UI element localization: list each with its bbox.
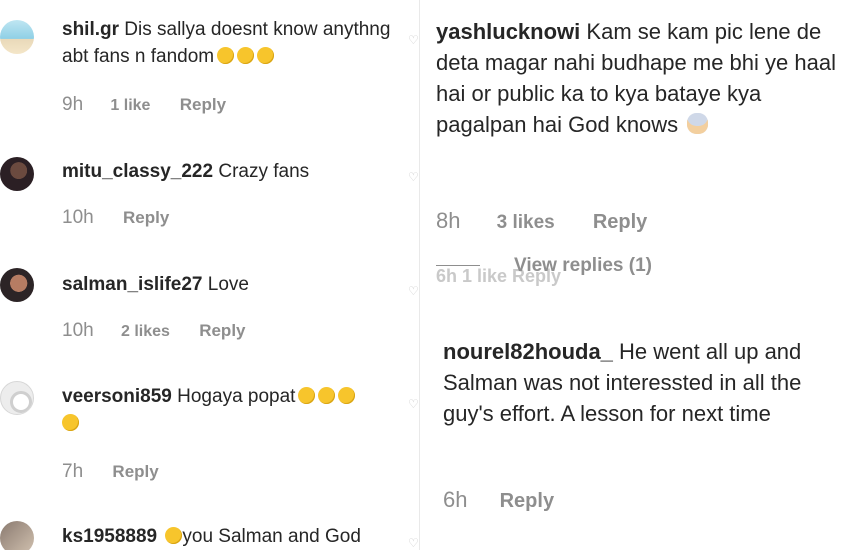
- comment-body: yashlucknowi Kam se kam pic lene de deta…: [436, 16, 836, 140]
- comment-text: Crazy fans: [218, 161, 310, 182]
- comment-time: 7h: [62, 461, 84, 482]
- frown-emoji: [217, 47, 235, 64]
- comment-meta: 6h Reply: [443, 487, 554, 513]
- reply-button[interactable]: Reply: [180, 95, 226, 115]
- frown-emoji: [237, 47, 255, 64]
- reply-button[interactable]: Reply: [112, 462, 158, 482]
- comment-meta: 10h 2 likes Reply: [62, 320, 246, 342]
- comment-meta: 9h 1 like Reply: [62, 94, 226, 116]
- comment-time: 8h: [436, 208, 461, 233]
- scream-emoji: [687, 113, 709, 134]
- grin-emoji: [318, 387, 336, 404]
- comment-username[interactable]: shil.gr: [62, 19, 119, 40]
- comment-time: 10h: [62, 320, 94, 341]
- grin-emoji: [298, 387, 316, 404]
- comment-meta: 8h 3 likes Reply: [436, 208, 647, 234]
- comment-body: nourel82houda_ He went all up and Salman…: [443, 336, 823, 429]
- comment-meta: 7h Reply: [62, 461, 159, 483]
- avatar[interactable]: [0, 381, 34, 415]
- comment-username[interactable]: mitu_classy_222: [62, 161, 213, 182]
- view-replies-label[interactable]: View replies (1): [514, 255, 652, 276]
- avatar[interactable]: [0, 20, 34, 54]
- comment-time: 10h: [62, 207, 94, 228]
- comment-username[interactable]: nourel82houda_: [443, 339, 613, 364]
- comment-body: ks1958889 you Salman and God: [62, 523, 402, 550]
- replies-line: [436, 265, 480, 267]
- comment-username[interactable]: ks1958889: [62, 526, 157, 547]
- comment-meta: 10h Reply: [62, 207, 169, 229]
- comment-body: veersoni859 Hogaya popat: [62, 383, 402, 437]
- grin-emoji: [338, 387, 356, 404]
- comment-body: shil.gr Dis sallya doesnt know anythng a…: [62, 16, 402, 70]
- avatar[interactable]: [0, 157, 34, 191]
- comment-time: 6h: [443, 487, 468, 512]
- reply-button[interactable]: Reply: [123, 208, 169, 228]
- avatar[interactable]: [0, 268, 34, 302]
- comment-text: Love: [207, 274, 249, 295]
- reply-button[interactable]: Reply: [199, 321, 245, 341]
- left-comment-panel: shil.gr Dis sallya doesnt know anythng a…: [0, 0, 420, 550]
- smile-emoji: [165, 527, 183, 544]
- comment-username[interactable]: salman_islife27: [62, 274, 202, 295]
- comment-username[interactable]: yashlucknowi: [436, 19, 580, 44]
- comment-time: 9h: [62, 94, 84, 115]
- comment-likes[interactable]: 2 likes: [121, 323, 170, 341]
- comment-likes[interactable]: 1 like: [110, 97, 150, 115]
- comment-body: mitu_classy_222 Crazy fans: [62, 158, 402, 185]
- comment-body: salman_islife27 Love: [62, 271, 402, 298]
- comment-text: Hogaya popat: [177, 386, 296, 407]
- avatar[interactable]: [0, 521, 34, 550]
- reply-button[interactable]: Reply: [593, 211, 647, 234]
- view-replies-button[interactable]: View replies (1): [436, 255, 652, 277]
- reply-button[interactable]: Reply: [500, 490, 554, 513]
- right-comment-panel: yashlucknowi Kam se kam pic lene de deta…: [420, 0, 850, 550]
- grin-emoji: [62, 414, 79, 431]
- comment-likes[interactable]: 3 likes: [497, 212, 555, 234]
- comment-username[interactable]: veersoni859: [62, 386, 172, 407]
- frown-emoji: [257, 47, 275, 64]
- comment-text: you Salman and God: [182, 526, 361, 547]
